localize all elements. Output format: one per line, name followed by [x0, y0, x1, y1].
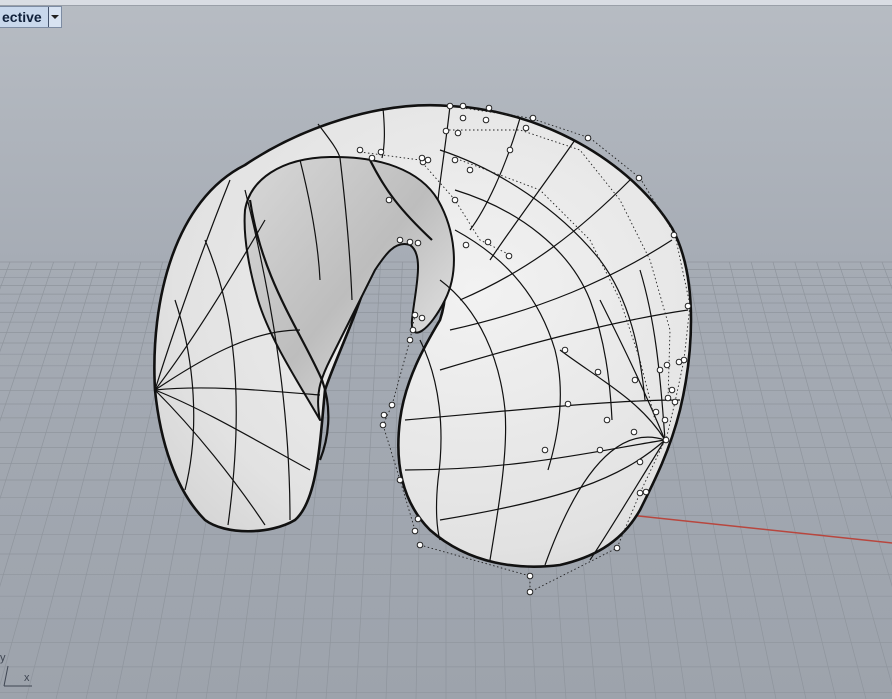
control-point[interactable]	[368, 154, 376, 162]
control-point[interactable]	[684, 302, 692, 310]
control-point[interactable]	[564, 400, 572, 408]
control-point[interactable]	[451, 196, 459, 204]
control-point[interactable]	[388, 401, 396, 409]
viewport-scene[interactable]	[0, 0, 892, 699]
control-point[interactable]	[670, 231, 678, 239]
control-point[interactable]	[416, 541, 424, 549]
control-point[interactable]	[636, 458, 644, 466]
perspective-viewport[interactable]: ective y x	[0, 0, 892, 699]
control-point[interactable]	[664, 394, 672, 402]
control-point[interactable]	[594, 368, 602, 376]
control-point[interactable]	[418, 314, 426, 322]
control-point[interactable]	[482, 116, 490, 124]
x-axis-line	[609, 512, 892, 544]
chevron-down-icon[interactable]	[47, 7, 61, 27]
control-point[interactable]	[668, 386, 676, 394]
control-point[interactable]	[409, 326, 417, 334]
control-point[interactable]	[466, 166, 474, 174]
control-point[interactable]	[380, 411, 388, 419]
control-point[interactable]	[635, 174, 643, 182]
control-point[interactable]	[406, 238, 414, 246]
grid-line	[685, 261, 777, 699]
control-point[interactable]	[459, 102, 467, 110]
control-point[interactable]	[526, 572, 534, 580]
control-point[interactable]	[636, 489, 644, 497]
control-point[interactable]	[385, 196, 393, 204]
grid-line	[0, 261, 120, 687]
control-point[interactable]	[505, 252, 513, 260]
world-axes-icon	[3, 665, 32, 687]
grid-line	[772, 261, 892, 687]
control-point[interactable]	[396, 476, 404, 484]
control-point[interactable]	[485, 104, 493, 112]
control-point[interactable]	[529, 114, 537, 122]
control-point[interactable]	[506, 146, 514, 154]
grid-line	[0, 261, 76, 500]
control-point[interactable]	[613, 544, 621, 552]
viewport-title-tab[interactable]: ective	[0, 6, 62, 28]
control-point[interactable]	[596, 446, 604, 454]
control-point[interactable]	[411, 311, 419, 319]
control-point[interactable]	[652, 408, 660, 416]
control-point[interactable]	[356, 146, 364, 154]
grid-line	[859, 261, 892, 353]
control-point[interactable]	[631, 376, 639, 384]
control-point[interactable]	[377, 148, 385, 156]
control-point[interactable]	[484, 238, 492, 246]
grid-line	[55, 261, 163, 699]
grid-line	[838, 261, 892, 422]
grid-line	[816, 261, 892, 500]
control-point[interactable]	[462, 241, 470, 249]
control-point[interactable]	[630, 428, 638, 436]
control-point[interactable]	[656, 366, 664, 374]
control-point[interactable]	[396, 236, 404, 244]
grid-line	[355, 261, 381, 699]
control-point[interactable]	[675, 358, 683, 366]
grid-line	[750, 261, 867, 699]
control-point[interactable]	[414, 239, 422, 247]
control-point[interactable]	[379, 421, 387, 429]
grid-line	[25, 261, 142, 699]
control-point[interactable]	[526, 588, 534, 596]
control-point[interactable]	[424, 156, 432, 164]
control-point[interactable]	[418, 154, 426, 162]
viewport-title[interactable]: ective	[0, 7, 48, 27]
control-point[interactable]	[414, 515, 422, 523]
control-point[interactable]	[411, 527, 419, 535]
control-point[interactable]	[642, 488, 650, 496]
control-point[interactable]	[459, 114, 467, 122]
control-point[interactable]	[661, 416, 669, 424]
control-point[interactable]	[561, 346, 569, 354]
control-point[interactable]	[603, 416, 611, 424]
grid-line	[729, 261, 837, 699]
control-point[interactable]	[671, 398, 679, 406]
control-point[interactable]	[662, 436, 670, 444]
grid-line	[0, 261, 54, 422]
control-point[interactable]	[663, 361, 671, 369]
control-point[interactable]	[522, 124, 530, 132]
control-point[interactable]	[406, 336, 414, 344]
control-point[interactable]	[454, 129, 462, 137]
grid-line	[0, 261, 33, 353]
control-point[interactable]	[446, 102, 454, 110]
control-point[interactable]	[584, 134, 592, 142]
control-point[interactable]	[451, 156, 459, 164]
control-point[interactable]	[541, 446, 549, 454]
control-point[interactable]	[442, 127, 450, 135]
